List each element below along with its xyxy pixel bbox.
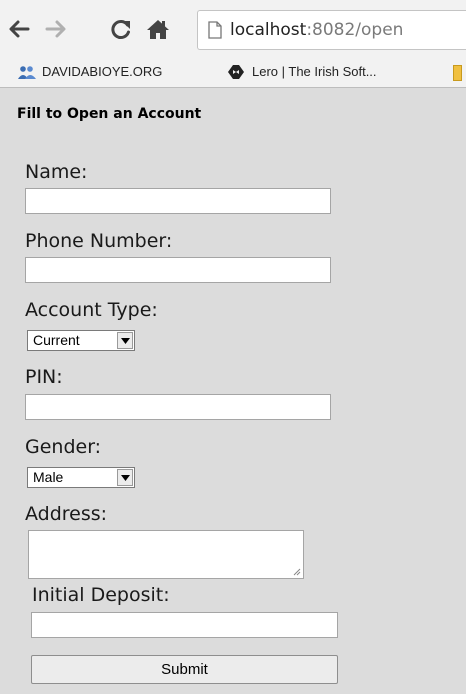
back-arrow-icon	[9, 20, 30, 38]
gender-label: Gender:	[25, 436, 102, 458]
bookmark-davidabioye[interactable]: DAVIDABIOYE.ORG	[18, 56, 162, 87]
deposit-label: Initial Deposit:	[32, 584, 170, 606]
bookmarks-bar: DAVIDABIOYE.ORG Lero | The Irish Soft...	[0, 56, 466, 88]
browser-toolbar: localhost:8082/open	[0, 0, 466, 56]
bookmark-folder-icon[interactable]	[453, 65, 462, 81]
pin-label: PIN:	[25, 366, 63, 388]
dropdown-arrow	[117, 469, 133, 486]
lero-logo-icon	[228, 64, 244, 79]
pin-input[interactable]	[25, 394, 331, 420]
account-type-value: Current	[33, 332, 80, 348]
people-icon	[18, 65, 36, 79]
phone-label: Phone Number:	[25, 230, 173, 252]
gender-value: Male	[33, 469, 64, 485]
phone-input[interactable]	[25, 257, 331, 283]
bookmark-label: Lero | The Irish Soft...	[252, 64, 377, 79]
name-label: Name:	[25, 161, 88, 183]
account-type-label: Account Type:	[25, 299, 158, 321]
address-textarea[interactable]	[28, 530, 304, 579]
bookmark-label: DAVIDABIOYE.ORG	[42, 64, 163, 79]
page-icon	[208, 21, 222, 39]
deposit-input[interactable]	[31, 612, 338, 638]
name-input[interactable]	[25, 188, 331, 214]
page-title: Fill to Open an Account	[17, 106, 202, 122]
bookmark-lero[interactable]: Lero | The Irish Soft...	[226, 56, 377, 87]
reload-icon	[111, 20, 130, 39]
address-label: Address:	[25, 503, 108, 525]
forward-button[interactable]	[43, 16, 69, 42]
back-button[interactable]	[6, 16, 32, 42]
chevron-down-icon	[120, 474, 130, 481]
reload-button[interactable]	[108, 16, 134, 42]
submit-button[interactable]: Submit	[31, 655, 338, 684]
forward-arrow-icon	[45, 20, 66, 38]
account-type-select[interactable]: Current	[27, 330, 135, 351]
url-text: localhost:8082/open	[230, 20, 404, 40]
gender-select[interactable]: Male	[27, 467, 135, 488]
chevron-down-icon	[120, 337, 130, 344]
home-icon	[147, 20, 169, 39]
resize-grip-icon[interactable]	[293, 568, 301, 576]
address-bar[interactable]: localhost:8082/open	[197, 10, 466, 50]
dropdown-arrow	[117, 332, 133, 349]
home-button[interactable]	[145, 16, 171, 42]
